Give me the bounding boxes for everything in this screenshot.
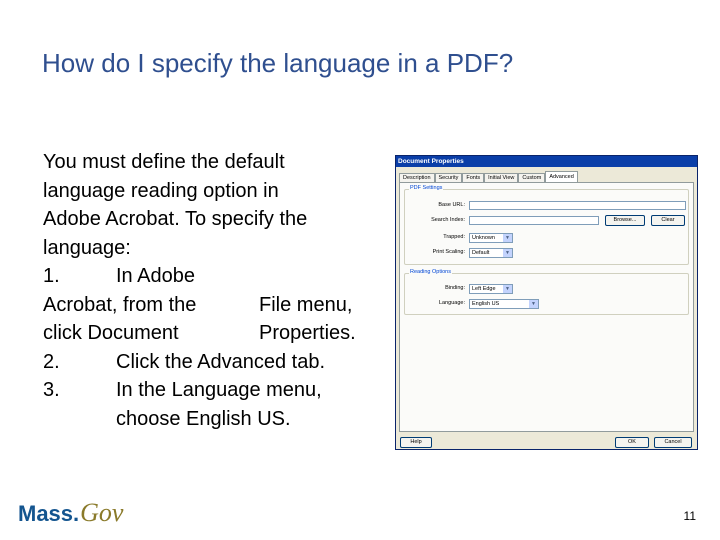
chevron-down-icon: ▼ <box>503 234 512 242</box>
trapped-label: Trapped: <box>443 234 465 240</box>
dialog-tabs: Description Security Fonts Initial View … <box>399 171 578 183</box>
step-text: File menu, <box>259 293 353 316</box>
step-text: click Document <box>43 322 179 344</box>
advanced-panel: PDF Settings Base URL: Search Index: Bro… <box>399 182 694 432</box>
step-1: 1. In Adobe <box>43 262 378 291</box>
step-text: In Adobe <box>116 265 195 287</box>
step-text: Click the Advanced tab. <box>116 350 326 373</box>
print-scaling-label: Print Scaling: <box>432 249 465 255</box>
base-url-label: Base URL: <box>438 202 465 208</box>
step-number: 2. <box>43 350 60 373</box>
dialog-titlebar: Document Properties <box>396 156 697 167</box>
chevron-down-icon: ▼ <box>529 300 538 308</box>
logo-text-mass: Mass. <box>18 501 80 526</box>
binding-label: Binding: <box>445 285 465 291</box>
document-properties-dialog: Document Properties Description Security… <box>395 155 698 450</box>
chevron-down-icon: ▼ <box>503 285 512 293</box>
search-index-input[interactable] <box>469 216 599 225</box>
step-text: choose English US. <box>116 407 291 430</box>
slide-title: How do I specify the language in a PDF? <box>42 48 514 78</box>
chevron-down-icon: ▼ <box>503 249 512 257</box>
step-text: Acrobat, from the <box>43 293 197 316</box>
reading-options-group: Reading Options Binding: Left Edge ▼ Lang… <box>404 269 689 315</box>
mass-gov-logo: Mass. Gov <box>18 498 123 528</box>
binding-value: Left Edge <box>472 286 496 292</box>
step-number: 1. <box>43 265 60 287</box>
intro-line: Adobe Acrobat. To specify the <box>43 208 308 230</box>
print-scaling-select[interactable]: Default ▼ <box>469 248 513 258</box>
group-legend: Reading Options <box>409 269 452 275</box>
step-3-cont: choose English US. <box>43 405 378 434</box>
step-number: 3. <box>43 379 60 401</box>
binding-select[interactable]: Left Edge ▼ <box>469 284 513 294</box>
step-text: In the Language menu, <box>116 379 322 401</box>
language-label: Language: <box>439 300 465 306</box>
step-2: 2. Click the Advanced tab. <box>43 348 378 377</box>
group-legend: PDF Settings <box>409 185 444 191</box>
clear-button[interactable]: Clear <box>651 215 685 226</box>
step-1-cont: Acrobat, from the File menu, <box>43 291 378 320</box>
step-text: Properties. <box>259 322 356 344</box>
help-button[interactable]: Help <box>400 437 432 448</box>
page-number: 11 <box>683 509 696 523</box>
intro-line: You must define the default <box>43 151 285 173</box>
step-3: 3. In the Language menu, <box>43 376 378 405</box>
intro-line: language: <box>43 236 131 259</box>
ok-button[interactable]: OK <box>615 437 649 448</box>
trapped-select[interactable]: Unknown ▼ <box>469 233 513 243</box>
step-1-cont: click Document Properties. <box>43 319 378 348</box>
logo-text-gov: Gov <box>80 498 124 527</box>
base-url-input[interactable] <box>469 201 686 210</box>
intro-line: language reading option in <box>43 179 279 202</box>
language-value: English US <box>472 301 500 307</box>
language-select[interactable]: English US ▼ <box>469 299 539 309</box>
trapped-value: Unknown <box>472 235 495 241</box>
instructions: You must define the default language rea… <box>43 148 378 433</box>
browse-button[interactable]: Browse... <box>605 215 645 226</box>
pdf-settings-group: PDF Settings Base URL: Search Index: Bro… <box>404 185 689 265</box>
search-index-label: Search Index: <box>431 217 465 223</box>
print-scaling-value: Default <box>472 250 490 256</box>
cancel-button[interactable]: Cancel <box>654 437 692 448</box>
